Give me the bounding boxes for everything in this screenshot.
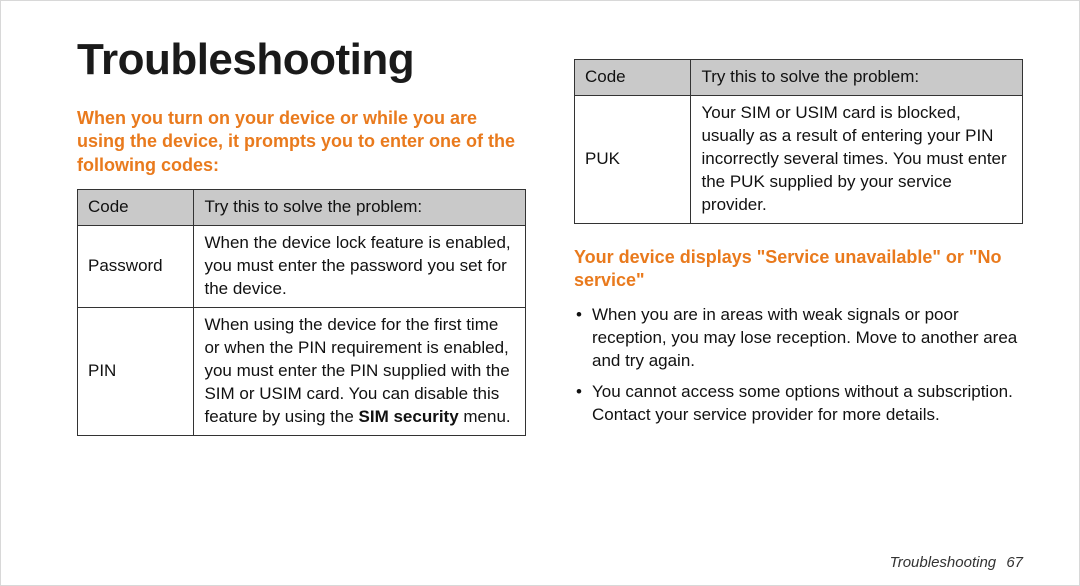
cell-solution: When using the device for the first time… <box>194 307 526 435</box>
right-column: Code Try this to solve the problem: PUK … <box>574 35 1023 513</box>
col-header-try: Try this to solve the problem: <box>691 60 1023 96</box>
footer-section: Troubleshooting <box>890 554 996 571</box>
two-column-layout: Troubleshooting When you turn on your de… <box>77 35 1023 513</box>
cell-solution: Your SIM or USIM card is blocked, usuall… <box>691 95 1023 223</box>
table-header-row: Code Try this to solve the problem: <box>78 190 526 226</box>
codes-table-right: Code Try this to solve the problem: PUK … <box>574 59 1023 224</box>
page-footer: Troubleshooting 67 <box>890 554 1023 571</box>
table-header-row: Code Try this to solve the problem: <box>575 60 1023 96</box>
table-row: PUK Your SIM or USIM card is blocked, us… <box>575 95 1023 223</box>
list-item: You cannot access some options without a… <box>574 381 1023 427</box>
section-heading-no-service: Your device displays "Service unavailabl… <box>574 246 1023 293</box>
manual-page: Troubleshooting When you turn on your de… <box>0 0 1080 586</box>
solution-text-post: menu. <box>459 407 511 426</box>
table-row: PIN When using the device for the first … <box>78 307 526 435</box>
list-item: When you are in areas with weak signals … <box>574 304 1023 373</box>
codes-table-left: Code Try this to solve the problem: Pass… <box>77 189 526 435</box>
col-header-try: Try this to solve the problem: <box>194 190 526 226</box>
left-column: Troubleshooting When you turn on your de… <box>77 35 526 513</box>
cell-solution: When the device lock feature is enabled,… <box>194 226 526 308</box>
cell-code: PUK <box>575 95 691 223</box>
page-title: Troubleshooting <box>77 35 526 85</box>
table-row: Password When the device lock feature is… <box>78 226 526 308</box>
col-header-code: Code <box>78 190 194 226</box>
footer-page-number: 67 <box>1006 554 1023 571</box>
section-heading-codes: When you turn on your device or while yo… <box>77 107 526 177</box>
cell-code: PIN <box>78 307 194 435</box>
solution-text-strong: SIM security <box>359 407 459 426</box>
col-header-code: Code <box>575 60 691 96</box>
bullet-list: When you are in areas with weak signals … <box>574 304 1023 427</box>
cell-code: Password <box>78 226 194 308</box>
